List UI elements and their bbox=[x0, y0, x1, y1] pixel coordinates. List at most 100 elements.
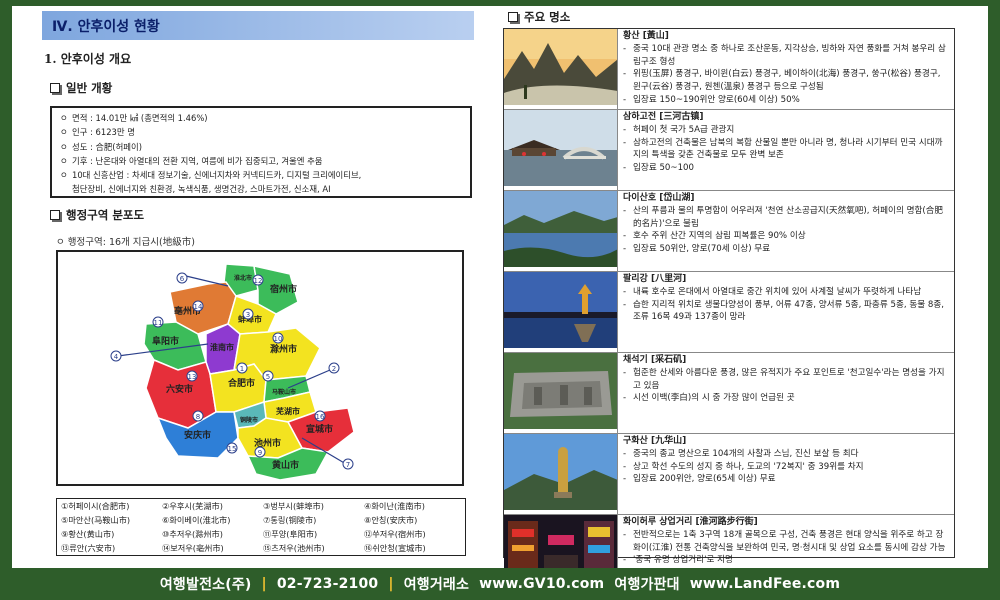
section-title-text: Ⅳ. 안후이성 현황 bbox=[52, 18, 160, 35]
attraction-row: 다이산호 [岱山湖] - 산의 푸름과 물의 투명함이 어우러져 '천연 산소공급… bbox=[504, 191, 954, 272]
map-city-label: 滁州市 bbox=[270, 343, 297, 355]
mountain-photo-icon bbox=[504, 29, 618, 109]
legend-item: ⑪푸양(阜阳市) bbox=[263, 529, 318, 539]
map-legend: ①허페이시(合肥市) ②우후시(芜湖市) ③벙부시(蚌埠市) ④화이난(淮南市)… bbox=[56, 498, 466, 556]
bullet-marker: ㅇ bbox=[60, 141, 68, 152]
river-photo-icon bbox=[504, 272, 618, 352]
admin-title: 행정구역 분포도 bbox=[66, 208, 145, 222]
info-row: ㅇ 기후 : 난온대와 아열대의 전환 지역, 여름에 비가 집중되고, 겨울엔 … bbox=[60, 154, 462, 168]
map-city-label: 安庆市 bbox=[184, 429, 211, 441]
section-title: Ⅳ. 안후이성 현황 bbox=[42, 11, 474, 40]
legend-item: ⑥화이베이(淮北市) bbox=[162, 515, 231, 525]
info-population: 인구 : 6123만 명 bbox=[72, 127, 135, 138]
marker-number: 6 bbox=[180, 275, 185, 283]
info-climate: 기후 : 난온대와 아열대의 전환 지역, 여름에 비가 집중되고, 겨울엔 추… bbox=[72, 155, 323, 166]
admin-subtitle: ㅇ 행정구역: 16개 지급시(地級市) bbox=[56, 237, 195, 248]
attraction-detail: 호수 주위 산간 지역의 삼림 피복률은 90% 이상 bbox=[633, 231, 806, 242]
map-city-label: 阜阳市 bbox=[152, 335, 179, 347]
bullet-marker: ㅇ bbox=[60, 170, 68, 181]
marker-number: 10 bbox=[274, 335, 283, 343]
bullet-marker: ㅇ bbox=[60, 113, 68, 123]
attraction-name: 화이허루 상업거리 [淮河路步行街] bbox=[623, 517, 758, 527]
map-city-label: 宿州市 bbox=[270, 283, 297, 295]
attraction-row: 채석기 [采石矶] - 험준한 산세와 아름다운 풍경, 많은 유적지가 주요 포… bbox=[504, 353, 954, 434]
marker-number: 5 bbox=[266, 373, 270, 381]
attraction-detail: 입장료 50위안, 양로(70세 이상) 무료 bbox=[633, 244, 771, 255]
marker-number: 1 bbox=[240, 365, 244, 373]
legend-item: ⑤마안산(马鞍山市) bbox=[61, 515, 131, 525]
footer-agency: 여행거래소 bbox=[403, 577, 470, 593]
info-industry-cont: 첨단장비, 신에너지와 친환경, 녹색식품, 생명건강, 스마트가전, 신소재,… bbox=[72, 184, 331, 195]
marker-number: 7 bbox=[346, 461, 350, 469]
info-industry: 10대 신흥산업 : 차세대 정보기술, 신에너지차와 커넥티드카, 디지털 크… bbox=[72, 170, 362, 181]
legend-item: ⑮츠저우(池州市) bbox=[263, 543, 325, 553]
marker-number: 16 bbox=[316, 413, 325, 421]
marker-number: 8 bbox=[196, 413, 200, 421]
marker-number: 12 bbox=[254, 277, 263, 285]
marker-number: 3 bbox=[246, 311, 250, 319]
map-city-label: 芜湖市 bbox=[276, 406, 300, 416]
attraction-name: 팔리강 [八里河] bbox=[623, 274, 687, 284]
info-area: 면적 : 14.01만 ㎢ (총면적의 1.46%) bbox=[72, 113, 208, 123]
attraction-detail: 허페이 첫 국가 5A급 관광지 bbox=[633, 124, 735, 135]
attraction-row: 황산 [黃山] - 중국 10대 관광 명소 중 하나로 조산운동, 지각상승, … bbox=[504, 29, 954, 110]
map-city-label: 合肥市 bbox=[228, 377, 255, 389]
cliff-photo-icon bbox=[504, 353, 618, 433]
attraction-detail: '중국 유명 상업거리'로 지명 bbox=[633, 555, 733, 566]
marker-number: 13 bbox=[188, 373, 197, 381]
attraction-name: 구화산 [九华山] bbox=[623, 436, 687, 446]
attractions-title: 주요 명소 bbox=[524, 10, 571, 24]
marker-number: 2 bbox=[332, 365, 336, 373]
attraction-detail: 습한 지리적 위치로 생물다양성이 풍부, 어류 47종, 양서류 5종, 파충… bbox=[633, 299, 944, 323]
info-row: ㅇ 성도 : 合肥(허페이) bbox=[60, 140, 462, 154]
page-heading: 1. 안후이성 개요 bbox=[44, 52, 132, 66]
bullet-marker: ㅇ bbox=[60, 127, 68, 138]
attraction-name: 채석기 [采石矶] bbox=[623, 355, 687, 365]
admin-heading: 행정구역 분포도 bbox=[50, 207, 144, 223]
legend-item: ⑭보저우(亳州市) bbox=[162, 543, 224, 553]
legend-item: ⑧안칭(安庆市) bbox=[364, 515, 418, 525]
map-city-label: 六安市 bbox=[166, 383, 193, 395]
checkbox-icon bbox=[50, 83, 60, 93]
footer-separator: | bbox=[388, 576, 394, 592]
footer-phone: 02-723-2100 bbox=[276, 576, 379, 592]
attractions-heading: 주요 명소 bbox=[508, 9, 570, 25]
attraction-detail: 입장료 150~190위안 양로(60세 이상) 50% bbox=[633, 94, 800, 105]
attraction-name: 삼하고전 [三河古镇] bbox=[623, 112, 704, 122]
general-info-box: ㅇ 면적 : 14.01만 ㎢ (총면적의 1.46%) ㅇ 인구 : 6123만 … bbox=[50, 106, 472, 198]
map-city-label: 铜陵市 bbox=[240, 416, 258, 424]
footer-link-gv10[interactable]: www.GV10.com bbox=[479, 576, 604, 592]
legend-item: ④화이난(淮南市) bbox=[364, 501, 425, 511]
legend-item: ②우후시(芜湖市) bbox=[162, 501, 223, 511]
map-city-label: 黄山市 bbox=[272, 459, 299, 471]
attraction-row: 팔리강 [八里河] - 내륙 호수로 온대에서 아열대로 중간 위치에 있어 사계… bbox=[504, 272, 954, 353]
footer-link-landfee[interactable]: www.LandFee.com bbox=[690, 576, 840, 592]
attraction-detail: 산의 푸름과 물의 투명함이 어우러져 '천연 산소공급지(天然氧吧), 허페이… bbox=[633, 205, 943, 229]
attraction-detail: 중국의 종교 명산으로 104개의 사찰과 스님, 진신 보살 등 최다 bbox=[633, 448, 859, 459]
legend-item: ⑨황산(黄山市) bbox=[61, 529, 115, 539]
legend-item: ③벙부시(蚌埠市) bbox=[263, 501, 324, 511]
info-row: ㅇ 인구 : 6123만 명 bbox=[60, 125, 462, 139]
attraction-detail: 내륙 호수로 온대에서 아열대로 중간 위치에 있어 사계절 날씨가 뚜렷하게 … bbox=[633, 286, 922, 297]
province-map: 宿州市 淮北市 亳州市 蚌埠市 阜阳市 淮南市 滁州市 六安市 合肥市 马鞍山市… bbox=[56, 250, 464, 486]
footer-market: 여행가판대 bbox=[614, 577, 680, 593]
bullet-marker: ㅇ bbox=[60, 155, 68, 166]
bridge-photo-icon bbox=[504, 110, 618, 190]
checkbox-icon bbox=[50, 210, 60, 220]
map-city-label: 马鞍山市 bbox=[272, 388, 296, 396]
footer-separator: | bbox=[261, 576, 267, 592]
attraction-detail: 입장료 50~100 bbox=[633, 163, 694, 174]
lake-photo-icon bbox=[504, 191, 618, 271]
marker-number: 15 bbox=[228, 445, 237, 453]
attraction-detail: 중국 10대 관광 명소 중 하나로 조산운동, 지각상승, 빙하와 자연 풍화… bbox=[633, 43, 946, 67]
map-city-label: 宣城市 bbox=[306, 423, 333, 435]
attraction-row: 구화산 [九华山] - 중국의 종교 명산으로 104개의 사찰과 스님, 진신 … bbox=[504, 434, 954, 515]
province-map-svg: 宿州市 淮北市 亳州市 蚌埠市 阜阳市 淮南市 滁州市 六安市 合肥市 马鞍山市… bbox=[110, 263, 355, 481]
info-row: ㅇ 면적 : 14.01만 ㎢ (총면적의 1.46%) bbox=[60, 111, 462, 125]
footer-company: 여행발전소(주) bbox=[159, 577, 252, 593]
legend-item: ⑩추저우(滁州市) bbox=[162, 529, 223, 539]
legend-item: ⑦통링(铜陵市) bbox=[263, 515, 317, 525]
attraction-row: 삼하고전 [三河古镇] - 허페이 첫 국가 5A급 관광지 - 삼하고전의 건축물… bbox=[504, 110, 954, 191]
legend-item: ⑫쑤저우(宿州市) bbox=[364, 529, 426, 539]
attraction-detail: 상고 학선 수도의 성지 중 하나, 도교의 '72복지' 중 39위를 차지 bbox=[633, 461, 864, 472]
